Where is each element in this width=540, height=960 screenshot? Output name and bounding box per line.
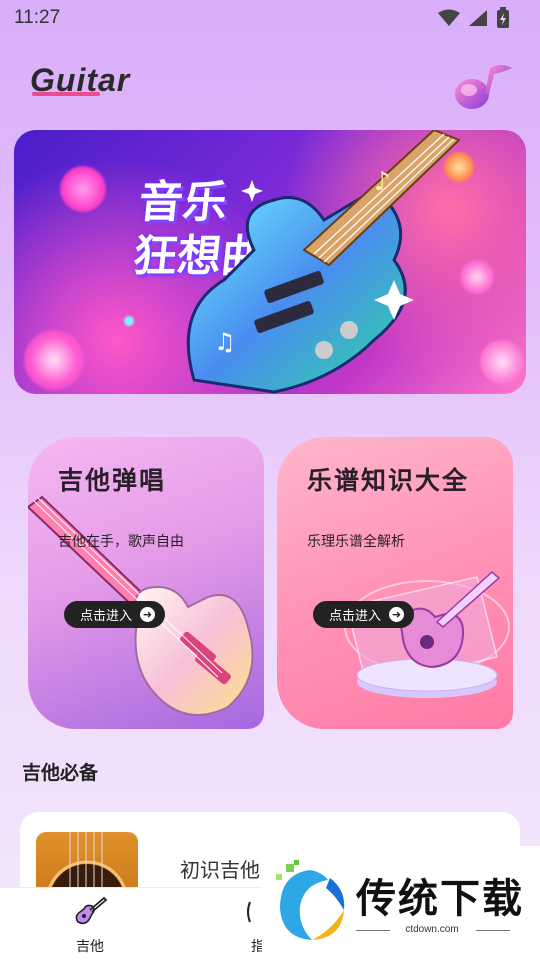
arrow-right-icon: ➜: [140, 607, 156, 622]
arrow-right-icon: ➜: [389, 607, 405, 622]
bokeh-light: [24, 330, 84, 390]
enter-button[interactable]: 点击进入 ➜: [313, 601, 415, 628]
tab-label: 吉他: [76, 939, 104, 955]
enter-button[interactable]: 点击进入 ➜: [64, 601, 166, 628]
app-logo: Guitar: [30, 62, 131, 98]
card-title: 乐谱知识大全: [307, 466, 470, 495]
watermark-divider: [476, 930, 510, 931]
watermark-logo-icon: [276, 860, 345, 940]
watermark-text: 传统下载: [356, 876, 524, 922]
signal-icon: [469, 10, 487, 26]
enter-button-label: 点击进入: [329, 609, 382, 624]
wifi-icon: [438, 9, 460, 26]
bokeh-light: [124, 316, 134, 326]
list-item-title: 初识吉他: [180, 858, 260, 882]
section-title: 吉他必备: [22, 762, 99, 784]
music-note-icon: [455, 65, 512, 109]
app-header: Guitar: [0, 52, 540, 116]
status-icons: [438, 7, 510, 29]
bokeh-light: [60, 166, 106, 212]
enter-button-label: 点击进入: [80, 609, 133, 624]
battery-charging-icon: [497, 7, 509, 28]
guitar-singing-card[interactable]: 吉他弹唱 吉他在手，歌声自由 点击进入 ➜: [28, 437, 264, 729]
card-subtitle: 吉他在手，歌声自由: [58, 534, 184, 550]
card-title: 吉他弹唱: [58, 466, 167, 495]
card-subtitle: 乐理乐谱全解析: [307, 534, 405, 550]
watermark-overlay: 传统下载 ctdown.com: [262, 846, 540, 960]
music-button[interactable]: [452, 60, 514, 112]
electric-guitar-image: ♪ ♫ 𝄞: [186, 130, 461, 394]
guitar-icon: [75, 896, 108, 925]
status-bar: 11:27: [0, 0, 540, 36]
svg-text:♫: ♫: [214, 328, 236, 356]
svg-text:♪: ♪: [374, 167, 391, 197]
status-time: 11:27: [14, 7, 61, 28]
tab-guitar[interactable]: 吉他: [50, 896, 130, 956]
sheet-music-card[interactable]: 乐谱知识大全 乐理乐谱全解析 点击进入 ➜: [277, 437, 513, 729]
promo-banner[interactable]: 音乐 狂想曲 ♪ ♫ 𝄞: [14, 130, 526, 394]
